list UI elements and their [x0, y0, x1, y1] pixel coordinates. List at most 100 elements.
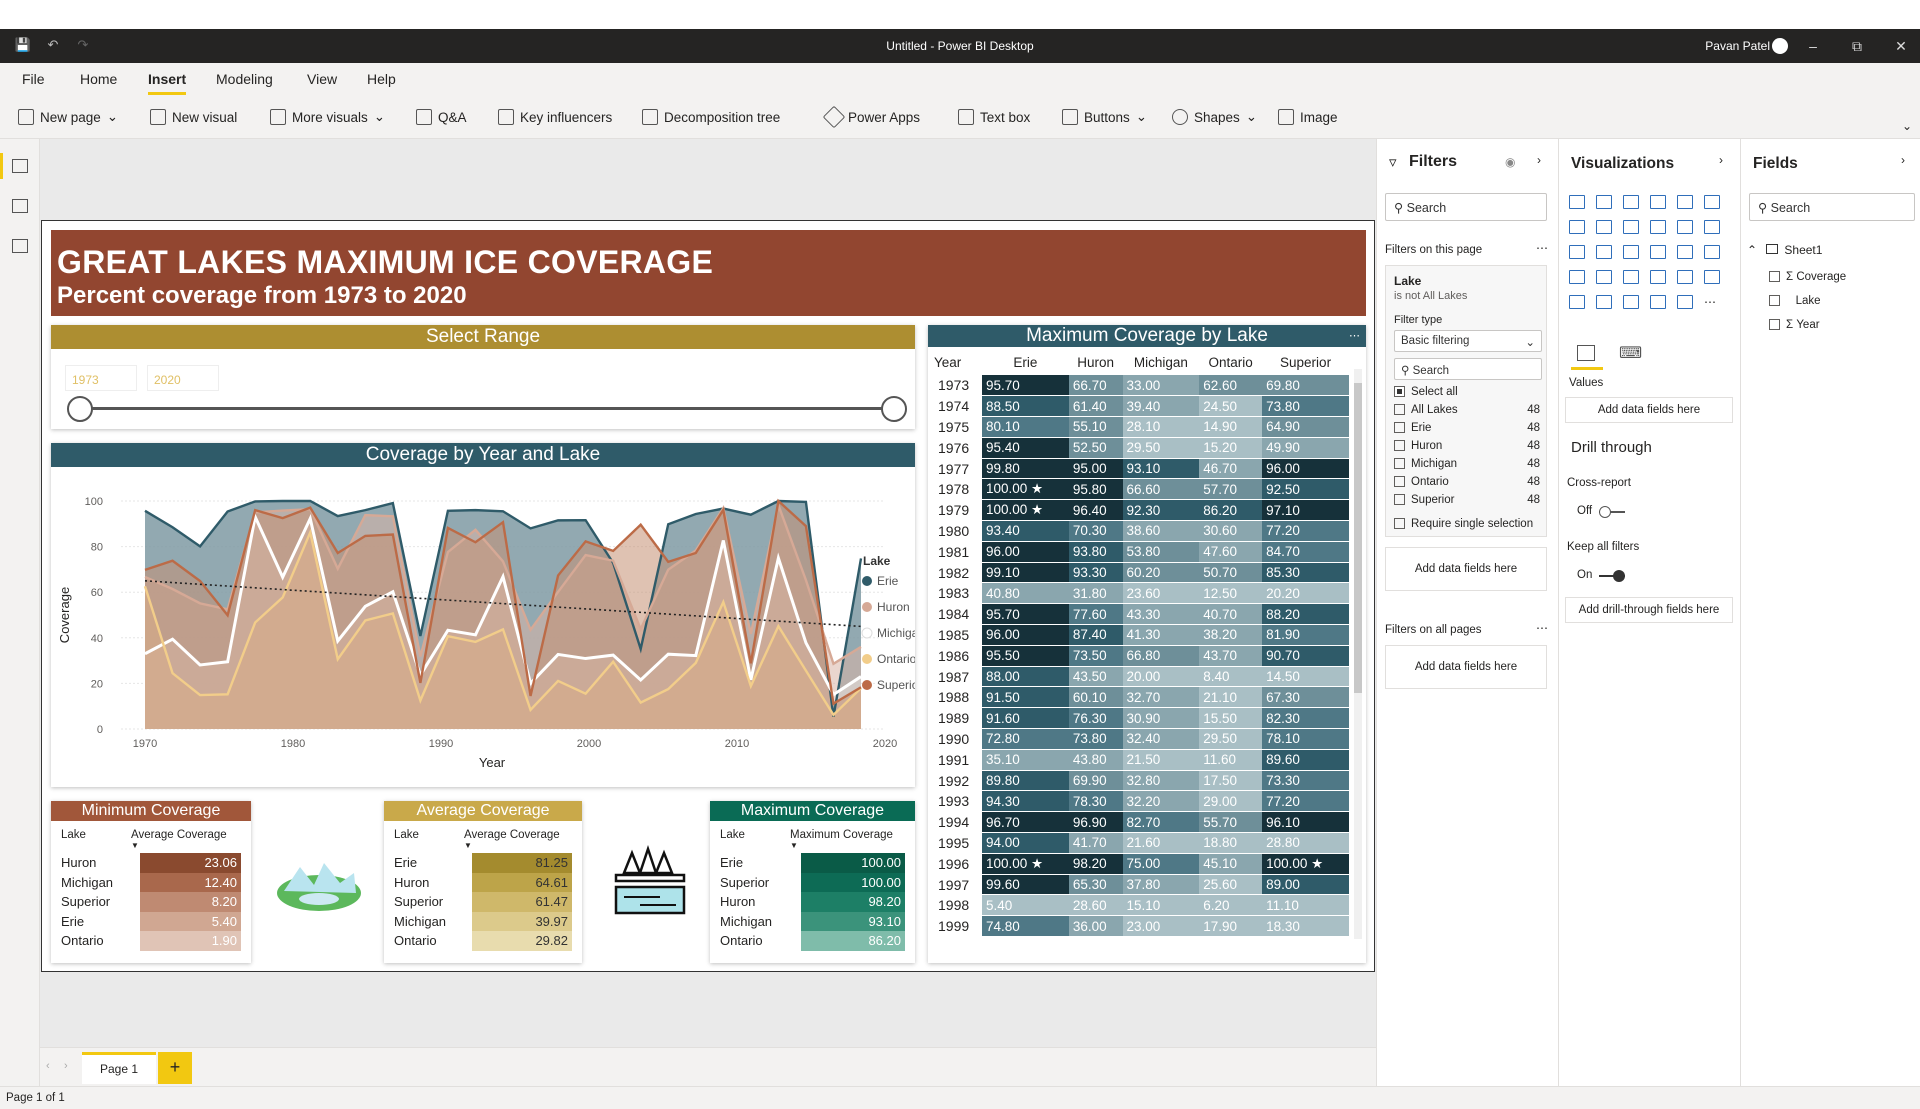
visual-type-icon[interactable] [1596, 295, 1612, 309]
legend-marker[interactable] [862, 680, 872, 690]
table-sheet1[interactable]: ⌃ Sheet1 [1747, 243, 1822, 257]
menu-home[interactable]: Home [80, 71, 117, 87]
kpi-row[interactable]: Erie 81.25 [390, 853, 572, 873]
kpi-row[interactable]: Michigan 39.97 [390, 911, 572, 931]
page-tab-1[interactable]: Page 1 [82, 1052, 156, 1084]
legend-item[interactable]: Ontario [877, 652, 915, 666]
visual-type-icon[interactable] [1596, 245, 1612, 259]
visual-type-icon[interactable] [1704, 220, 1720, 234]
visual-type-icon[interactable] [1623, 270, 1639, 284]
table-row[interactable]: 1976 95.40 52.50 29.50 15.20 49.90 [934, 437, 1349, 459]
minimize-icon[interactable]: – [1802, 35, 1824, 57]
kpi-row[interactable]: Erie 100.00 [716, 853, 905, 873]
visual-type-icon[interactable] [1596, 220, 1612, 234]
table-row[interactable]: 1975 80.10 55.10 28.10 14.90 64.90 [934, 416, 1349, 438]
table-row[interactable]: 1982 99.10 93.30 60.20 50.70 85.30 [934, 562, 1349, 584]
menu-view[interactable]: View [307, 71, 337, 87]
table-row[interactable]: 1999 74.80 36.00 23.00 17.90 18.30 [934, 915, 1349, 938]
qna-button[interactable]: Q&A [416, 109, 467, 125]
legend-item[interactable]: Michigan [877, 626, 915, 640]
col-huron[interactable]: Huron [1069, 349, 1123, 375]
kpi-col-value[interactable]: Average Coverage [131, 829, 227, 841]
col-michigan[interactable]: Michigan [1123, 349, 1200, 375]
kpi-col-lake[interactable]: Lake [394, 829, 419, 841]
menu-file[interactable]: File [22, 71, 45, 87]
table-row[interactable]: 1984 95.70 77.60 43.30 40.70 88.20 [934, 603, 1349, 626]
table-row[interactable]: 1978 100.00 ★ 95.80 66.60 57.70 92.50 [934, 478, 1349, 501]
buttons-button[interactable]: Buttons ⌄ [1062, 109, 1147, 125]
visual-type-icon[interactable] [1623, 245, 1639, 259]
key-influencers-button[interactable]: Key influencers [498, 109, 612, 125]
visual-type-icon[interactable] [1623, 195, 1639, 209]
filter-item[interactable]: Select all [1394, 386, 1540, 404]
filter-item[interactable]: All Lakes 48 [1394, 404, 1540, 422]
table-row[interactable]: 1989 91.60 76.30 30.90 15.50 82.30 [934, 707, 1349, 730]
image-button[interactable]: Image [1278, 109, 1338, 125]
cross-report-toggle[interactable] [1599, 506, 1625, 518]
kpi-row[interactable]: Michigan 93.10 [716, 911, 905, 931]
visual-type-icon[interactable] [1677, 245, 1693, 259]
visual-type-icon[interactable] [1650, 270, 1666, 284]
table-row[interactable]: 1998 5.40 28.60 15.10 6.20 11.10 [934, 894, 1349, 917]
visual-type-icon[interactable] [1650, 245, 1666, 259]
more-options-icon[interactable]: ⋯ [1349, 329, 1360, 342]
fields-well-icon[interactable] [1577, 345, 1595, 361]
data-view-icon[interactable] [12, 199, 28, 213]
shapes-button[interactable]: Shapes ⌄ [1172, 109, 1257, 125]
slider-handle-start[interactable] [67, 396, 93, 422]
visual-type-icon[interactable] [1569, 295, 1585, 309]
table-row[interactable]: 1979 100.00 ★ 96.40 92.30 86.20 97.10 [934, 499, 1349, 522]
table-row[interactable]: 1983 40.80 31.80 23.60 12.50 20.20 [934, 582, 1349, 605]
visual-type-icon[interactable] [1569, 195, 1585, 209]
col-year[interactable]: Year [934, 349, 982, 375]
filter-card-search[interactable]: ⚲ Search [1394, 358, 1542, 380]
kpi-row[interactable]: Michigan 12.40 [57, 872, 241, 892]
table-row[interactable]: 1974 88.50 61.40 39.40 24.50 73.80 [934, 395, 1349, 418]
kpi-row[interactable]: Superior 100.00 [716, 872, 905, 892]
table-row[interactable]: 1973 95.70 66.70 33.00 62.60 69.80 [934, 375, 1349, 397]
table-row[interactable]: 1987 88.00 43.50 20.00 8.40 14.50 [934, 666, 1349, 688]
visual-type-icon[interactable] [1569, 220, 1585, 234]
visual-type-icon[interactable] [1704, 245, 1720, 259]
more-options-icon[interactable]: ⋯ [1536, 241, 1548, 255]
eye-icon[interactable]: ◉ [1505, 155, 1515, 169]
legend-marker[interactable] [862, 654, 872, 664]
new-page-button[interactable]: New page ⌄ [18, 109, 118, 125]
kpi-row[interactable]: Superior 61.47 [390, 892, 572, 912]
legend-marker[interactable] [861, 627, 873, 639]
kpi-row[interactable]: Ontario 86.20 [716, 931, 905, 951]
ribbon-collapse-icon[interactable]: ⌄ [1902, 119, 1912, 133]
visual-type-icon[interactable] [1596, 270, 1612, 284]
visual-type-icon[interactable] [1704, 270, 1720, 284]
visual-type-icon[interactable] [1650, 220, 1666, 234]
model-view-icon[interactable] [12, 239, 28, 253]
table-row[interactable]: 1986 95.50 73.50 66.80 43.70 90.70 [934, 645, 1349, 667]
visual-type-icon[interactable] [1704, 195, 1720, 209]
legend-marker[interactable] [862, 576, 872, 586]
table-row[interactable]: 1991 35.10 43.80 21.50 11.60 89.60 [934, 749, 1349, 771]
table-row[interactable]: 1996 100.00 ★ 98.20 75.00 45.10 100.00 ★ [934, 853, 1349, 875]
visual-type-icon[interactable] [1623, 295, 1639, 309]
collapse-viz-icon[interactable]: › [1719, 153, 1723, 167]
table-row[interactable]: 1992 89.80 69.90 32.80 17.50 73.30 [934, 770, 1349, 792]
col-erie[interactable]: Erie [982, 349, 1069, 375]
table-row[interactable]: 1997 99.60 65.30 37.80 25.60 89.00 [934, 874, 1349, 896]
values-add-fields[interactable]: Add data fields here [1565, 397, 1733, 423]
table-row[interactable]: 1990 72.80 73.80 32.40 29.50 78.10 [934, 728, 1349, 750]
report-view-icon[interactable] [12, 159, 28, 173]
kpi-col-lake[interactable]: Lake [720, 829, 745, 841]
table-row[interactable]: 1980 93.40 70.30 38.60 30.60 77.20 [934, 520, 1349, 542]
avatar[interactable] [1772, 38, 1788, 54]
table-row[interactable]: 1988 91.50 60.10 32.70 21.10 67.30 [934, 686, 1349, 709]
filters-add-page-fields[interactable]: Add data fields here [1385, 547, 1547, 591]
visual-type-icon[interactable] [1677, 270, 1693, 284]
filter-item[interactable]: Erie 48 [1394, 422, 1540, 440]
kpi-row[interactable]: Ontario 1.90 [57, 931, 241, 951]
collapse-filters-icon[interactable]: › [1537, 153, 1541, 167]
col-superior[interactable]: Superior [1262, 349, 1349, 375]
visual-type-icon[interactable] [1677, 195, 1693, 209]
kpi-col-value[interactable]: Maximum Coverage [790, 829, 893, 841]
kpi-col-value[interactable]: Average Coverage [464, 829, 560, 841]
filters-search-input[interactable]: ⚲ Search [1385, 193, 1547, 221]
visual-type-icon[interactable] [1623, 220, 1639, 234]
